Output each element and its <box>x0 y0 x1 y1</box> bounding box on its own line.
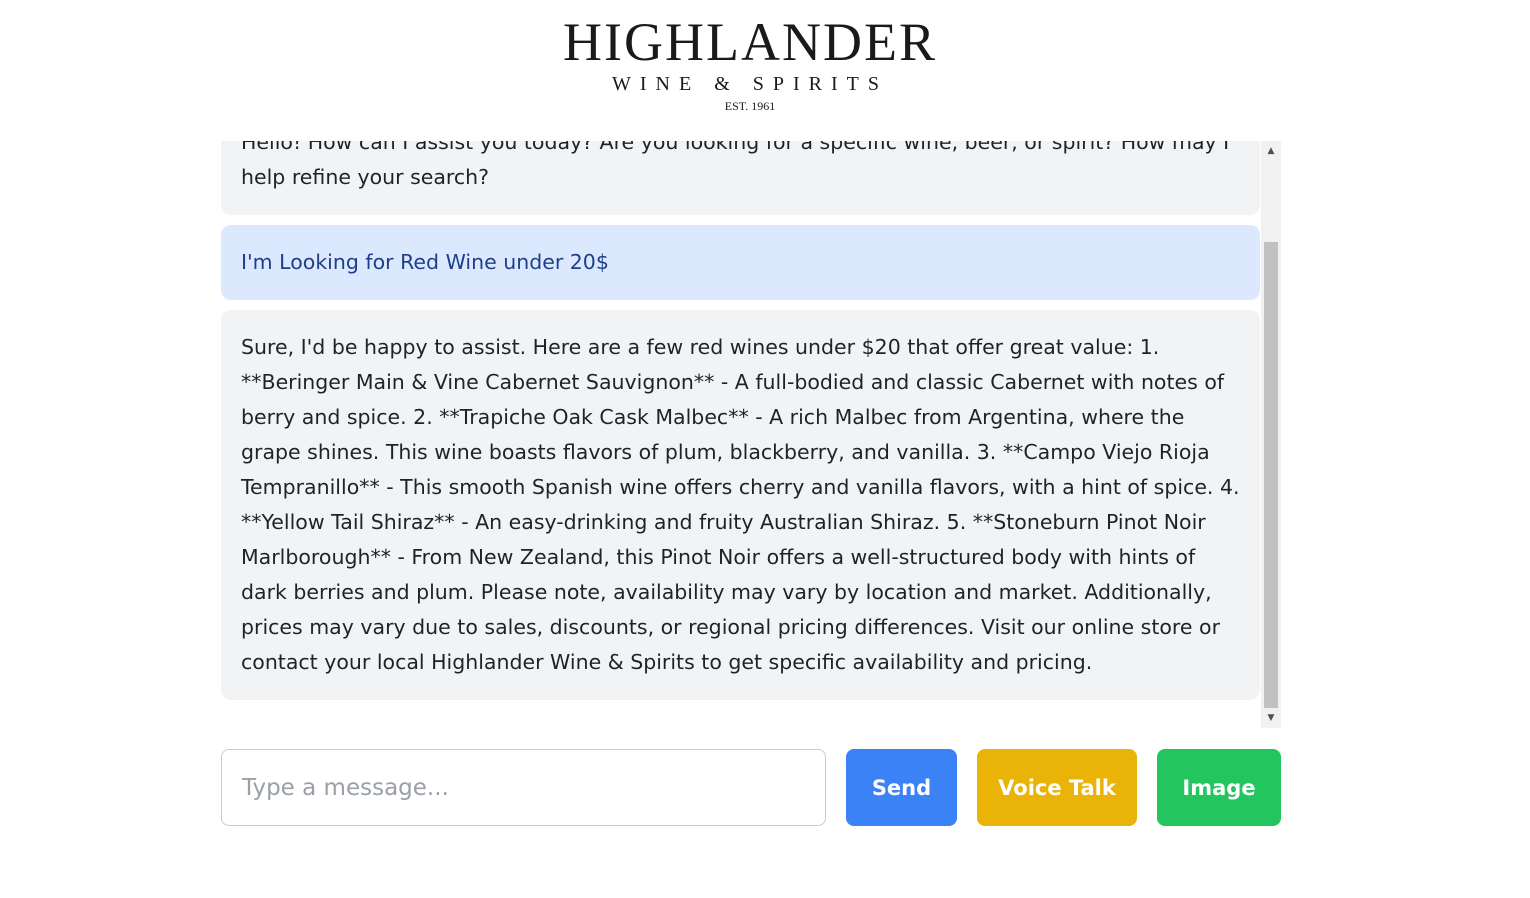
scroll-down-arrow-icon[interactable]: ▼ <box>1261 708 1281 728</box>
message-list: Hello! How can I assist you today? Are y… <box>221 141 1260 710</box>
brand-subtitle: WINE & SPIRITS <box>612 73 888 95</box>
voice-talk-button[interactable]: Voice Talk <box>977 749 1137 826</box>
message-input[interactable] <box>221 749 826 826</box>
bot-message: Hello! How can I assist you today? Are y… <box>221 141 1260 215</box>
brand-name: HIGHLANDER <box>563 12 937 72</box>
scrollbar-thumb[interactable] <box>1264 242 1278 708</box>
chat-scrollbar[interactable]: ▲ ▼ <box>1261 141 1281 728</box>
image-button[interactable]: Image <box>1157 749 1281 826</box>
bot-message: Sure, I'd be happy to assist. Here are a… <box>221 310 1260 700</box>
chat-window[interactable]: Hello! How can I assist you today? Are y… <box>221 141 1281 728</box>
scroll-up-arrow-icon[interactable]: ▲ <box>1261 141 1281 161</box>
user-message: I'm Looking for Red Wine under 20$ <box>221 225 1260 300</box>
brand-logo: HIGHLANDER WINE & SPIRITS EST. 1961 <box>0 14 1500 114</box>
composer: Send Voice Talk Image <box>221 749 1281 826</box>
send-button[interactable]: Send <box>846 749 957 826</box>
brand-established: EST. 1961 <box>724 99 776 113</box>
